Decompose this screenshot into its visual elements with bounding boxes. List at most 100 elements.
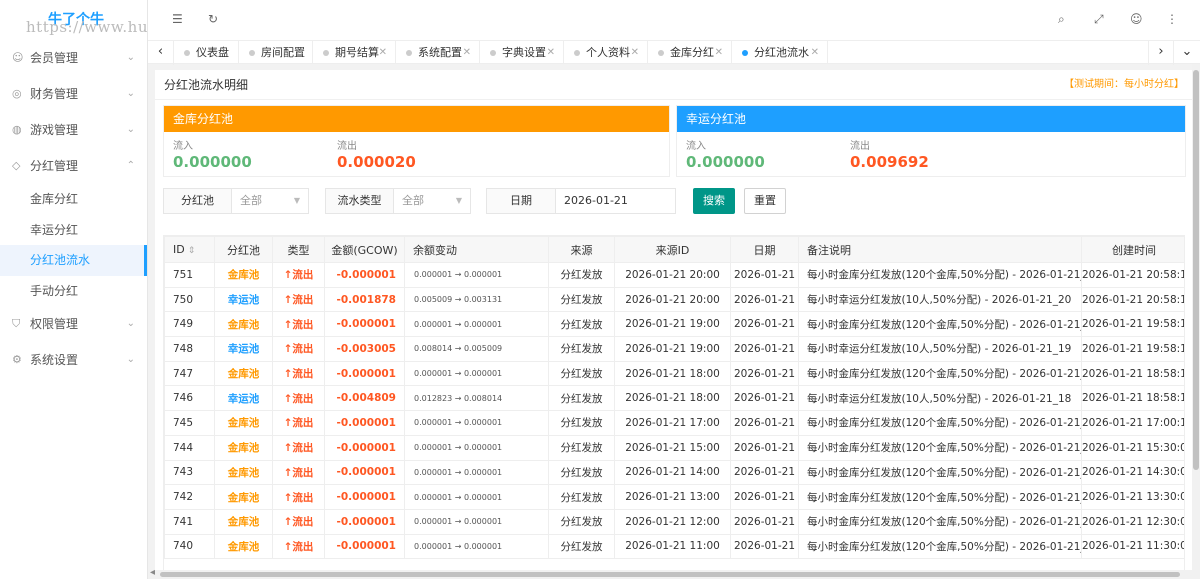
caret-down-icon: ▼ <box>293 196 300 205</box>
table-row[interactable]: 745 金库池 ↑流出 -0.000001 0.000001 → 0.000001 分红发… <box>164 410 1184 436</box>
sidebar-item-finance[interactable]: ◎ 财务管理 ⌄ <box>0 76 147 112</box>
gold-pool-title: 金库分红池 <box>164 106 669 132</box>
cell-change: 0.012823 → 0.008014 <box>404 385 549 412</box>
cell-amount: -0.000001 <box>324 484 405 510</box>
sidebar-item-dividends[interactable]: ◇ 分红管理 ⌃ <box>0 148 147 184</box>
tab-system-config[interactable]: 系统配置 ✕ <box>396 41 480 64</box>
tab-dictionary[interactable]: 字典设置 ✕ <box>480 41 564 64</box>
close-icon[interactable]: ✕ <box>463 41 471 64</box>
hamburger-icon[interactable]: ☰ <box>172 12 183 26</box>
table-row[interactable]: 751 金库池 ↑流出 -0.000001 0.000001 → 0.000001 分红发… <box>164 262 1184 288</box>
sidebar-item-settings[interactable]: ⚙ 系统设置 ⌄ <box>0 342 147 378</box>
fullscreen-icon[interactable]: ⤢ <box>1094 12 1104 27</box>
sidebar: 牛了个牛 ☺ 会员管理 ⌄ ◎ 财务管理 ⌄ ◍ 游戏管理 ⌄ ◇ 分红管理 ⌃… <box>0 0 148 579</box>
search-icon[interactable]: ⌕ <box>1058 12 1065 27</box>
cell-source: 分红发放 <box>548 410 615 436</box>
reset-button[interactable]: 重置 <box>744 188 786 214</box>
tab-label: 个人资料 <box>586 46 630 59</box>
table-row[interactable]: 750 幸运池 ↑流出 -0.001878 0.005009 → 0.003131 分红发… <box>164 286 1184 313</box>
tab-dot-icon <box>323 50 329 56</box>
tab-dashboard[interactable]: 仪表盘 <box>174 41 239 64</box>
cell-date: 2026-01-21 <box>730 410 799 436</box>
user-icon[interactable]: ☺ <box>1130 12 1143 26</box>
vertical-scrollbar[interactable] <box>1192 64 1200 570</box>
scrollbar-thumb[interactable] <box>1193 70 1199 470</box>
sidebar-item-luck-dividend[interactable]: 幸运分红 <box>0 215 147 246</box>
table-row[interactable]: 744 金库池 ↑流出 -0.000001 0.000001 → 0.000001 分红发… <box>164 434 1184 461</box>
chevron-down-icon: ⌄ <box>126 354 135 365</box>
col-created: 创建时间 <box>1081 236 1184 263</box>
tab-menu-icon[interactable]: ⌄ <box>1174 41 1200 65</box>
sidebar-item-pool-flow[interactable]: 分红池流水 <box>0 245 147 276</box>
close-icon[interactable]: ✕ <box>811 41 819 64</box>
tab-profile[interactable]: 个人资料 ✕ <box>564 41 648 64</box>
tab-room-config[interactable]: 房间配置 ✕ <box>239 41 313 64</box>
horizontal-scrollbar[interactable]: ◂ <box>148 567 1200 579</box>
gold-pool-out: 流出 0.000020 <box>337 137 416 171</box>
tab-pool-flow[interactable]: 分红池流水 ✕ <box>732 41 828 64</box>
cell-date: 2026-01-21 <box>730 360 799 387</box>
scroll-left-icon[interactable]: ◂ <box>150 567 155 578</box>
cell-source-id: 2026-01-21 13:00 <box>614 484 731 510</box>
stat-value: 0.009692 <box>850 153 929 171</box>
sidebar-item-games[interactable]: ◍ 游戏管理 ⌄ <box>0 112 147 148</box>
cell-amount: -0.000001 <box>324 434 405 461</box>
refresh-icon[interactable]: ↻ <box>208 12 218 26</box>
col-id[interactable]: ID ⇕ <box>164 236 215 263</box>
close-icon[interactable]: ✕ <box>296 41 304 64</box>
cell-pool: 金库池 <box>214 311 273 338</box>
type-select[interactable]: 全部 ▼ <box>394 189 470 213</box>
sort-icon[interactable]: ⇕ <box>188 246 196 256</box>
type-filter-label: 流水类型 <box>326 189 394 213</box>
close-icon[interactable]: ✕ <box>715 41 723 64</box>
cell-type: ↑流出 <box>272 360 325 387</box>
chevron-down-icon: ⌄ <box>126 318 135 329</box>
sidebar-item-gold-dividend[interactable]: 金库分红 <box>0 184 147 215</box>
app-logo: 牛了个牛 <box>48 12 104 28</box>
table-row[interactable]: 748 幸运池 ↑流出 -0.003005 0.008014 → 0.005009 分红发… <box>164 336 1184 362</box>
cell-change: 0.000001 → 0.000001 <box>404 410 549 436</box>
scrollbar-thumb[interactable] <box>160 572 1180 577</box>
more-icon[interactable]: ⋮ <box>1166 12 1178 26</box>
tab-scroll-left-icon[interactable]: ‹ <box>148 41 174 65</box>
table-row[interactable]: 741 金库池 ↑流出 -0.000001 0.000001 → 0.000001 分红发… <box>164 508 1184 535</box>
cell-type: ↑流出 <box>272 286 325 313</box>
test-note: 【测试期间：每小时分红】 <box>1064 79 1184 90</box>
gear-icon: ⚙ <box>12 353 22 366</box>
table-row[interactable]: 742 金库池 ↑流出 -0.000001 0.000001 → 0.000001 分红发… <box>164 484 1184 510</box>
cell-source: 分红发放 <box>548 533 615 560</box>
close-icon[interactable]: ✕ <box>631 41 639 64</box>
tab-scroll-right-icon[interactable]: › <box>1148 41 1174 65</box>
cell-source: 分红发放 <box>548 508 615 535</box>
cell-type: ↑流出 <box>272 336 325 362</box>
date-filter-label: 日期 <box>487 189 556 213</box>
cell-id: 751 <box>164 262 215 288</box>
cell-note: 每小时金库分红发放(120个金库,50%分配) - 2026-01-21_15 <box>798 434 1082 461</box>
tab-gold-dividend[interactable]: 金库分红 ✕ <box>648 41 732 64</box>
table-row[interactable]: 749 金库池 ↑流出 -0.000001 0.000001 → 0.000001 分红发… <box>164 311 1184 338</box>
sidebar-item-members[interactable]: ☺ 会员管理 ⌄ <box>0 40 147 76</box>
table-row[interactable]: 743 金库池 ↑流出 -0.000001 0.000001 → 0.000001 分红发… <box>164 459 1184 486</box>
cell-type: ↑流出 <box>272 484 325 510</box>
close-icon[interactable]: ✕ <box>547 41 555 64</box>
luck-pool-in: 流入 0.000000 <box>686 137 765 171</box>
cell-amount: -0.000001 <box>324 262 405 288</box>
cell-source: 分红发放 <box>548 286 615 313</box>
table-row[interactable]: 747 金库池 ↑流出 -0.000001 0.000001 → 0.000001 分红发… <box>164 360 1184 387</box>
pool-select[interactable]: 全部 ▼ <box>232 189 308 213</box>
date-input[interactable]: 2026-01-21 <box>556 189 675 213</box>
type-select-value: 全部 <box>402 194 424 207</box>
tab-period-settle[interactable]: 期号结算 ✕ <box>313 41 396 64</box>
table-header-row: ID ⇕ 分红池 类型 金额(GCOW) 余额变动 来源 来源ID 日期 备注说明… <box>164 236 1184 263</box>
cell-created: 2026-01-21 20:58:14 <box>1081 286 1184 313</box>
table-row[interactable]: 746 幸运池 ↑流出 -0.004809 0.012823 → 0.008014 分红发… <box>164 385 1184 412</box>
sidebar-item-manual-dividend[interactable]: 手动分红 <box>0 276 147 307</box>
table-row[interactable]: 740 金库池 ↑流出 -0.000001 0.000001 → 0.000001 分红发… <box>164 533 1184 560</box>
sidebar-item-label: 分红管理 <box>30 159 79 173</box>
sidebar-item-permissions[interactable]: ⛉ 权限管理 ⌄ <box>0 306 147 342</box>
close-icon[interactable]: ✕ <box>379 41 387 64</box>
cell-created: 2026-01-21 12:30:03 <box>1081 508 1184 535</box>
search-button[interactable]: 搜索 <box>693 188 735 214</box>
tab-bar: ‹ 仪表盘 房间配置 ✕ 期号结算 ✕ 系统配置 ✕ 字典设置 ✕ 个人资料 ✕ 金库分红… <box>148 40 1200 65</box>
cell-change: 0.000001 → 0.000001 <box>404 459 549 486</box>
